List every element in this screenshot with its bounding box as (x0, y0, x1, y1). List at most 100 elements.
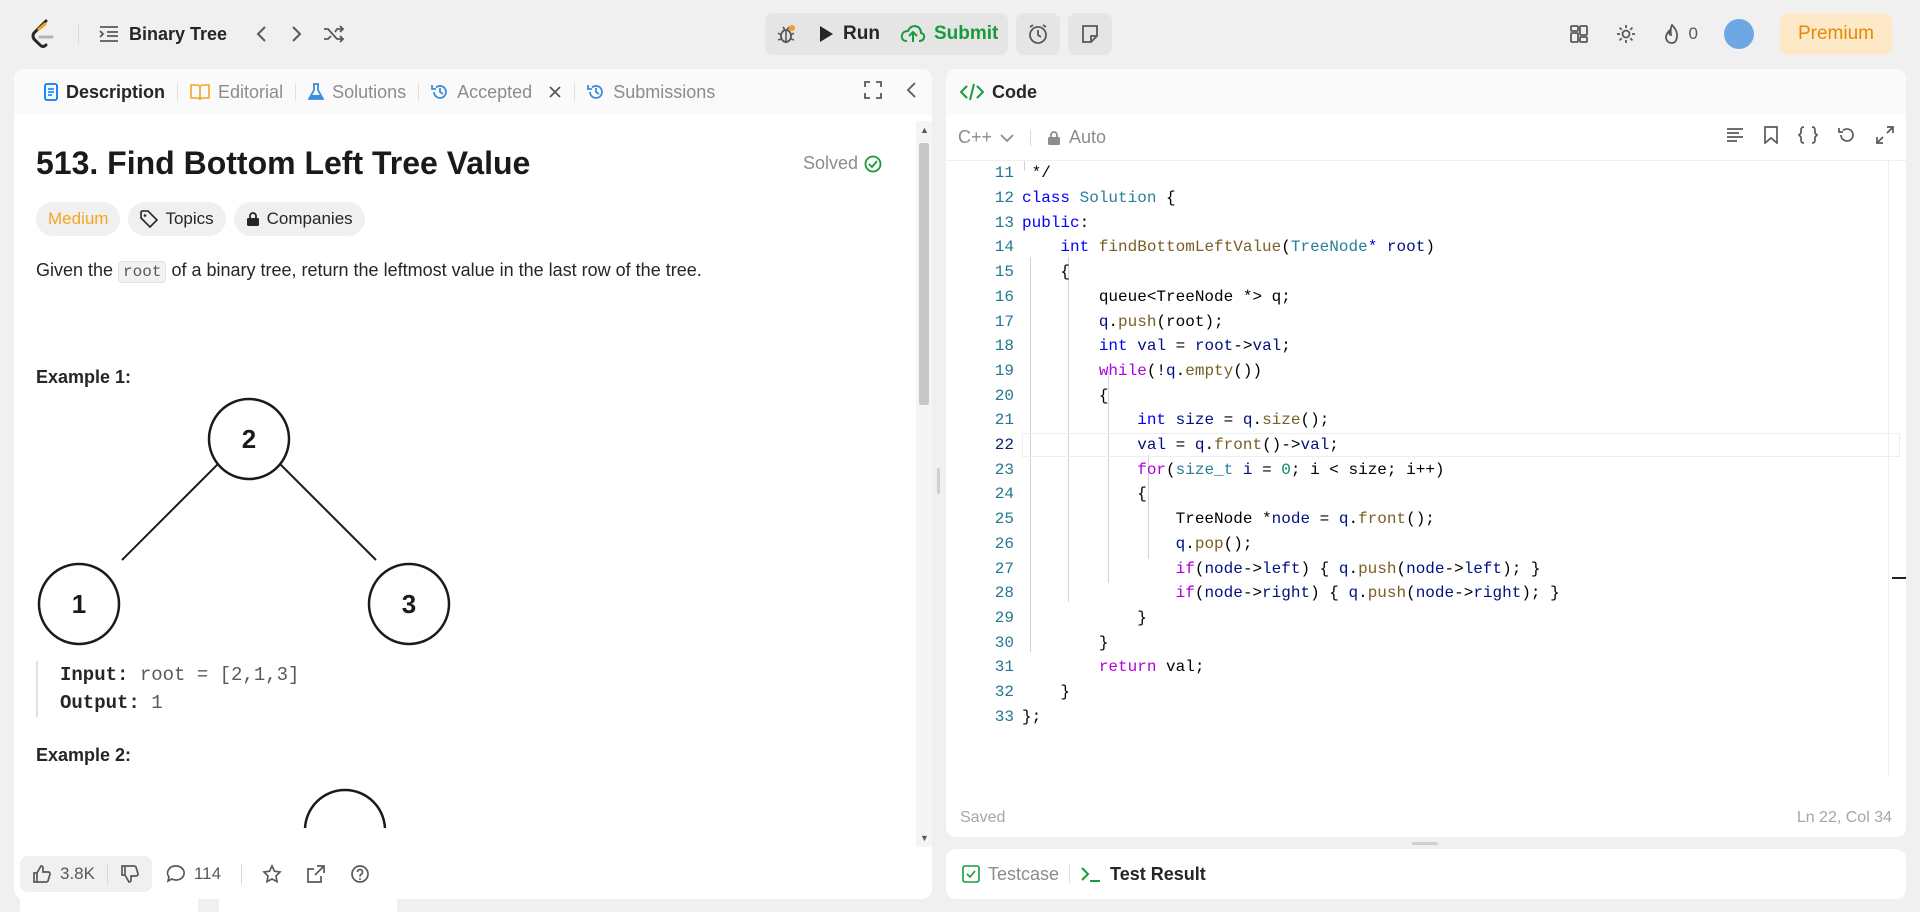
tab-solutions[interactable]: Solutions (296, 69, 418, 115)
bug-icon (775, 23, 797, 45)
tab-submissions[interactable]: Submissions (575, 69, 727, 115)
code-text: */ (1022, 164, 1051, 183)
code-line: 31 return val; (946, 655, 1906, 680)
cursor-marker (1892, 577, 1906, 579)
layout-grid-icon[interactable] (1569, 24, 1589, 44)
editor-actions (1726, 126, 1894, 144)
bookmark-icon[interactable] (1764, 126, 1778, 144)
code-editor[interactable]: 11 */ 12 class Solution { 13 public: 14 in… (946, 161, 1906, 777)
tab-submissions-label: Submissions (613, 81, 716, 102)
tab-test-result[interactable]: Test Result (1080, 864, 1206, 885)
editor-scrollbar[interactable] (1888, 161, 1906, 777)
premium-button[interactable]: Premium (1779, 13, 1892, 55)
code-text: if(node->right) { q.push(node->right); } (1175, 584, 1560, 603)
scroll-up-icon[interactable]: ▲ (920, 125, 929, 135)
line-number: 32 (994, 683, 1014, 702)
leetcode-logo-icon[interactable] (28, 19, 58, 49)
bottom-panel-tab[interactable] (219, 898, 397, 912)
code-text: return val; (1098, 658, 1205, 677)
timer-button[interactable] (1016, 13, 1061, 55)
close-icon[interactable] (548, 85, 562, 99)
code-line: 25 TreeNode *node = q.front(); (946, 507, 1906, 532)
chevron-right-icon[interactable] (289, 25, 303, 43)
solved-label: Solved (802, 153, 858, 173)
code-text: int val = root->val; (1098, 337, 1291, 356)
tab-testcase-label: Testcase (988, 863, 1060, 884)
line-number: 27 (994, 559, 1014, 578)
expand-icon[interactable] (1876, 126, 1894, 144)
topics-label: Topics (165, 209, 214, 228)
tree-node-label: 3 (402, 589, 416, 619)
tab-testcase[interactable]: Testcase (962, 864, 1059, 885)
line-number: 26 (994, 534, 1014, 553)
gear-icon[interactable] (1615, 23, 1637, 45)
tab-editorial[interactable]: Editorial (178, 69, 295, 115)
scroll-thumb[interactable] (919, 143, 929, 405)
output-label: Output: (60, 692, 140, 714)
code-text: q.pop(); (1175, 534, 1253, 553)
line-number: 22 (994, 436, 1014, 455)
companies-button[interactable]: Companies (233, 202, 365, 236)
code-line: 11 */ (946, 161, 1906, 186)
code-text: { (1022, 263, 1071, 282)
debug-button[interactable] (765, 13, 807, 55)
line-number: 19 (994, 361, 1014, 380)
line-number: 15 (994, 263, 1014, 282)
difficulty-badge: Medium (36, 202, 121, 236)
help-icon[interactable] (350, 864, 370, 884)
page-title[interactable]: 513. Find Bottom Left Tree Value (36, 145, 530, 182)
thumbs-up-icon (32, 864, 52, 884)
code-line: 23 for(size_t i = 0; i < size; i++) (946, 457, 1906, 482)
tab-description[interactable]: Description (32, 69, 177, 115)
problem-list-button[interactable]: Binary Tree (99, 24, 227, 45)
description-footer: 3.8K 114 (14, 849, 932, 899)
description-scrollbar[interactable]: ▲ ▼ (916, 121, 932, 847)
code-line: 18 int val = root->val; (946, 334, 1906, 359)
notes-button[interactable] (1068, 13, 1113, 55)
bottom-panel-tab[interactable] (20, 898, 198, 912)
flame-icon (1663, 23, 1681, 45)
nav-left-group: Binary Tree (28, 16, 345, 52)
submit-button[interactable]: Submit (890, 13, 1008, 55)
chevron-left-icon[interactable] (255, 25, 269, 43)
terminal-icon (1080, 865, 1102, 883)
code-line: 17 q.push(root); (946, 309, 1906, 334)
book-icon (190, 83, 210, 101)
tab-description-label: Description (66, 81, 166, 102)
code-line: 28 if(node->right) { q.push(node->right)… (946, 581, 1906, 606)
problem-description: 513. Find Bottom Left Tree Value Solved … (14, 115, 916, 845)
vertical-resize-handle[interactable] (937, 468, 940, 494)
alarm-clock-icon (1027, 23, 1049, 45)
star-icon[interactable] (262, 864, 282, 884)
language-label: C++ (958, 127, 993, 147)
tab-accepted[interactable]: Accepted (419, 69, 574, 115)
format-align-icon[interactable] (1726, 126, 1744, 144)
play-icon (817, 24, 835, 44)
code-line: 19 while(!q.empty()) (946, 359, 1906, 384)
run-button[interactable]: Run (807, 13, 890, 55)
line-number: 11 (994, 164, 1014, 183)
topics-button[interactable]: Topics (128, 202, 226, 236)
streak-counter[interactable]: 0 (1663, 23, 1698, 45)
maximize-icon[interactable] (864, 81, 882, 99)
comments-button[interactable]: 114 (166, 864, 221, 884)
collapse-chevron-icon[interactable] (906, 81, 918, 99)
thumbs-down-icon (120, 864, 140, 884)
dislike-button[interactable] (108, 864, 152, 884)
chevron-down-icon (1000, 133, 1014, 143)
auto-mode-toggle[interactable]: Auto (1047, 127, 1106, 148)
code-text: while(!q.empty()) (1098, 361, 1263, 380)
horizontal-resize-handle[interactable] (1412, 842, 1438, 845)
line-number: 29 (994, 608, 1014, 627)
shuffle-icon[interactable] (323, 25, 345, 43)
share-icon[interactable] (306, 864, 326, 884)
reset-icon[interactable] (1838, 126, 1856, 144)
avatar[interactable] (1723, 19, 1754, 49)
code-line: 15 { (946, 260, 1906, 285)
scroll-down-icon[interactable]: ▼ (920, 833, 929, 843)
braces-icon[interactable] (1798, 126, 1818, 144)
like-button[interactable]: 3.8K (20, 864, 107, 884)
example-2-tree-image (300, 788, 894, 845)
language-selector[interactable]: C++ (958, 127, 1014, 148)
line-number: 17 (994, 312, 1014, 331)
